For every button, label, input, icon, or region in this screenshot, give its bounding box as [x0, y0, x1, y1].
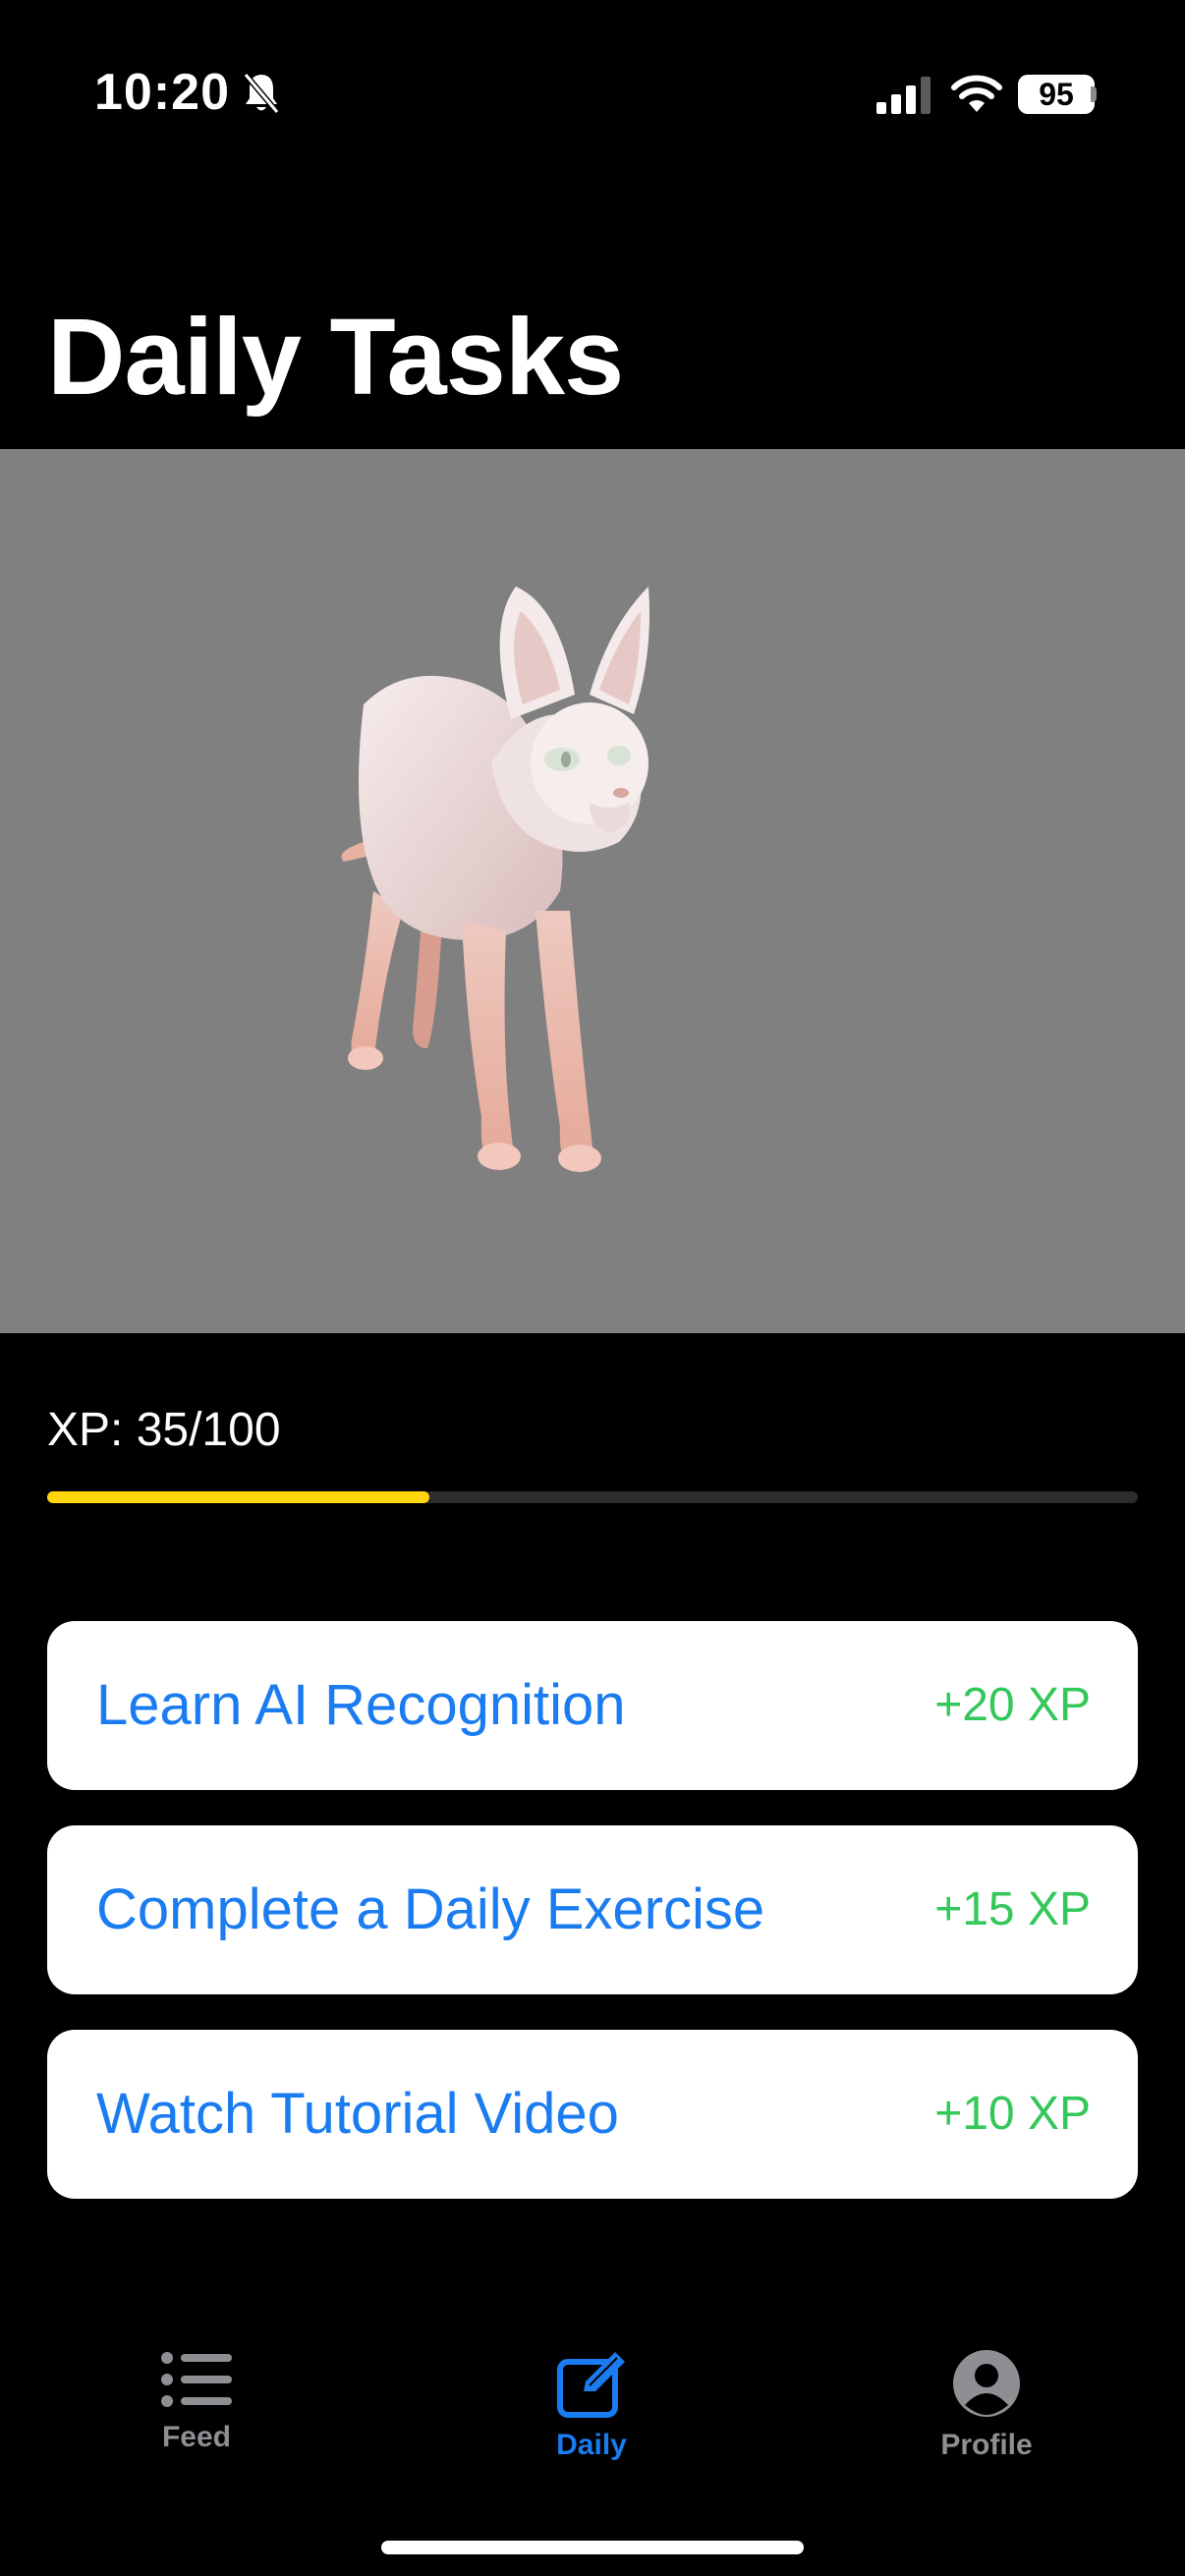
tab-bar: Feed Daily Profile: [0, 2319, 1185, 2576]
sphynx-cat-model: [341, 587, 649, 1172]
task-card[interactable]: Learn AI Recognition +20 XP: [47, 1621, 1138, 1790]
page-title: Daily Tasks: [47, 297, 624, 418]
tab-profile[interactable]: Profile: [839, 2348, 1134, 2462]
wifi-icon: [951, 75, 1002, 112]
battery-tip: [1091, 86, 1097, 102]
tab-label: Daily: [556, 2429, 627, 2461]
task-reward: +15 XP: [934, 1883, 1091, 1935]
xp-progress-bar: [47, 1491, 1138, 1503]
xp-label: XP: 35/100: [47, 1404, 281, 1456]
status-bar: 10:20 95: [0, 0, 1185, 196]
task-title: Complete a Daily Exercise: [96, 1877, 765, 1941]
task-card[interactable]: Complete a Daily Exercise +15 XP: [47, 1825, 1138, 1994]
tab-feed[interactable]: Feed: [49, 2348, 344, 2454]
home-indicator: [381, 2541, 804, 2554]
3d-model-preview[interactable]: [0, 449, 1185, 1333]
task-card[interactable]: Watch Tutorial Video +10 XP: [47, 2030, 1138, 2199]
tab-label: Profile: [940, 2429, 1033, 2461]
tab-daily[interactable]: Daily: [444, 2348, 739, 2462]
status-time: 10:20: [94, 64, 230, 121]
xp-progress-fill: [47, 1491, 429, 1503]
person-circle-icon: [953, 2350, 1020, 2417]
tab-label: Feed: [161, 2421, 232, 2453]
square-pencil-icon: [557, 2352, 625, 2418]
bell-slash-icon: [243, 73, 280, 114]
task-title: Learn AI Recognition: [96, 1673, 626, 1737]
task-title: Watch Tutorial Video: [96, 2082, 619, 2146]
task-reward: +20 XP: [934, 1679, 1091, 1731]
task-reward: +10 XP: [934, 2088, 1091, 2140]
cellular-signal-icon: [876, 77, 931, 114]
battery-indicator: 95: [1018, 75, 1095, 114]
list-icon: [161, 2352, 232, 2407]
